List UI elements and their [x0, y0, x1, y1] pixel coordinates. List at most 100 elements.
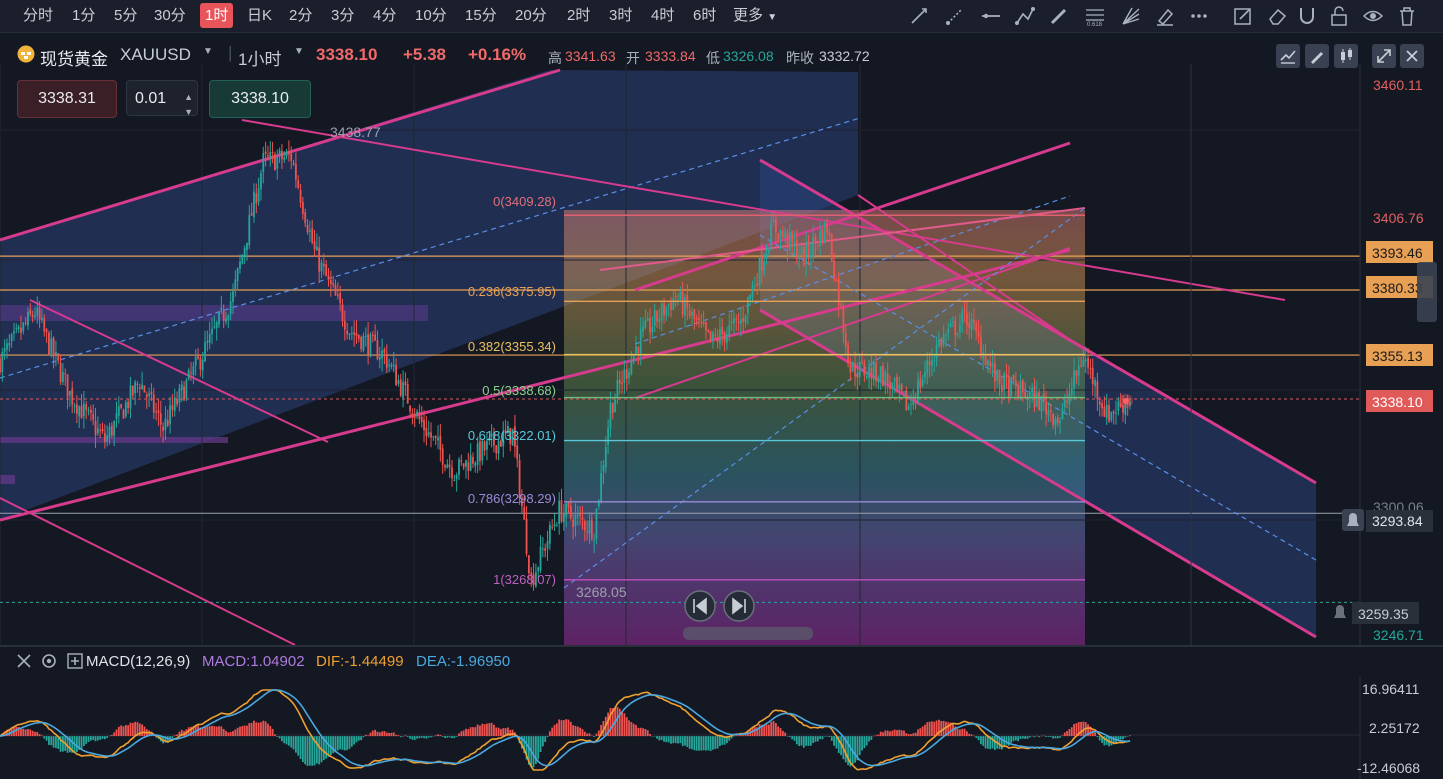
buy-price-button[interactable]: 3338.10: [209, 80, 311, 118]
candle-body: [157, 410, 160, 414]
replay-forward-icon[interactable]: [723, 590, 755, 622]
candle-body: [1105, 404, 1108, 419]
candle-body: [357, 334, 360, 339]
interval-dropdown-icon[interactable]: ▼: [294, 46, 304, 57]
macd-bar: [541, 736, 544, 747]
candle-body: [99, 430, 102, 432]
candle-body: [343, 320, 346, 330]
macd-bar: [201, 728, 204, 737]
candle-body: [250, 213, 253, 216]
candle-body: [728, 324, 731, 337]
candle-body: [1117, 401, 1120, 411]
macd-bar: [667, 736, 670, 743]
candle-body: [110, 425, 113, 436]
interval-select[interactable]: 1小时: [238, 45, 281, 70]
close-chart-button[interactable]: [1400, 44, 1424, 68]
candle-body: [1108, 405, 1110, 422]
replay-back-icon[interactable]: [684, 590, 716, 622]
macd-bar: [597, 730, 600, 737]
macd-bar: [625, 717, 628, 737]
symbol-name[interactable]: 现货黄金: [40, 45, 108, 70]
candle-body: [693, 309, 696, 320]
axis-level-3: 3380.33: [1372, 280, 1423, 296]
axis-level-7: 3259.35: [1358, 606, 1409, 622]
candle-body: [565, 503, 568, 517]
candle-body: [374, 334, 377, 341]
candle-body: [41, 317, 43, 320]
candle-body: [903, 391, 905, 393]
macd-bar: [1126, 736, 1129, 737]
candle-body: [751, 285, 754, 298]
macd-bar: [472, 727, 474, 737]
alert-bell-icon-2[interactable]: [1334, 605, 1346, 618]
candle-body: [525, 518, 528, 554]
candle-body: [87, 410, 90, 412]
candle-body: [85, 404, 88, 410]
macd-bar: [1038, 736, 1041, 738]
open-label: 开: [626, 50, 640, 66]
candle-body: [441, 448, 444, 465]
macd-bar: [206, 726, 209, 737]
candle-body: [691, 312, 693, 316]
candle-body: [197, 355, 199, 359]
symbol-code[interactable]: XAUUSD: [120, 45, 191, 65]
candle-type-button[interactable]: [1334, 44, 1358, 68]
macd-bar: [961, 728, 964, 737]
macd-bar: [639, 727, 642, 737]
macd-bar: [1017, 736, 1020, 742]
candle-body: [907, 406, 910, 411]
sell-price-button[interactable]: 3338.31: [17, 80, 117, 118]
macd-bar: [89, 736, 92, 741]
candle-body: [816, 244, 819, 246]
macd-bar: [390, 732, 393, 737]
macd-bar: [208, 726, 211, 737]
fullscreen-button[interactable]: [1372, 44, 1396, 68]
candle-body: [378, 356, 381, 360]
candle-body: [877, 379, 880, 383]
alert-bell-icon[interactable]: [1342, 509, 1364, 531]
macd-bar: [877, 734, 880, 737]
macd-bar: [772, 720, 775, 737]
macd-bar: [975, 736, 978, 738]
candle-body: [656, 310, 658, 322]
candle-body: [707, 329, 710, 332]
dea-value: DEA:-1.96950: [416, 653, 511, 670]
stepper-down-icon[interactable]: ▼: [184, 94, 193, 130]
lot-size-input[interactable]: 0.01 ▲ ▼: [126, 80, 198, 117]
macd-bar: [905, 733, 908, 737]
macd-bar: [306, 736, 309, 766]
macd-bar: [628, 720, 630, 737]
add-indicator-icon[interactable]: [66, 652, 84, 670]
draw-toggle-button[interactable]: [1305, 44, 1329, 68]
macd-bar: [735, 735, 738, 737]
macd-bar: [99, 736, 102, 740]
candle-body: [1033, 385, 1036, 408]
candle-body: [152, 394, 155, 413]
candle-body: [914, 401, 917, 403]
candle-body: [96, 428, 99, 434]
macd-bar: [707, 736, 710, 751]
settings-gear-icon[interactable]: [40, 652, 58, 670]
candle-body: [288, 152, 290, 155]
candle-body: [1112, 411, 1115, 414]
macd-bar: [1019, 736, 1022, 739]
candle-body: [744, 315, 747, 324]
macd-bar: [346, 736, 349, 751]
candle-body: [882, 365, 884, 387]
macd-bar: [763, 724, 766, 737]
candle-body: [758, 257, 761, 287]
candle-body: [924, 372, 926, 378]
candle-body: [206, 340, 209, 343]
close-icon[interactable]: [15, 652, 33, 670]
close-icon: [1406, 50, 1418, 62]
macd-bar: [979, 736, 982, 745]
time-scroll-pill[interactable]: [683, 627, 813, 640]
candlestick-icon: [1341, 48, 1352, 63]
macd-bar: [115, 729, 118, 737]
symbol-dropdown-icon[interactable]: ▼: [203, 46, 213, 57]
candle-body: [45, 329, 48, 333]
macd-bar: [1129, 735, 1131, 737]
candle-body: [311, 228, 314, 243]
candle-body: [1094, 379, 1096, 387]
indicator-button[interactable]: [1276, 44, 1300, 68]
